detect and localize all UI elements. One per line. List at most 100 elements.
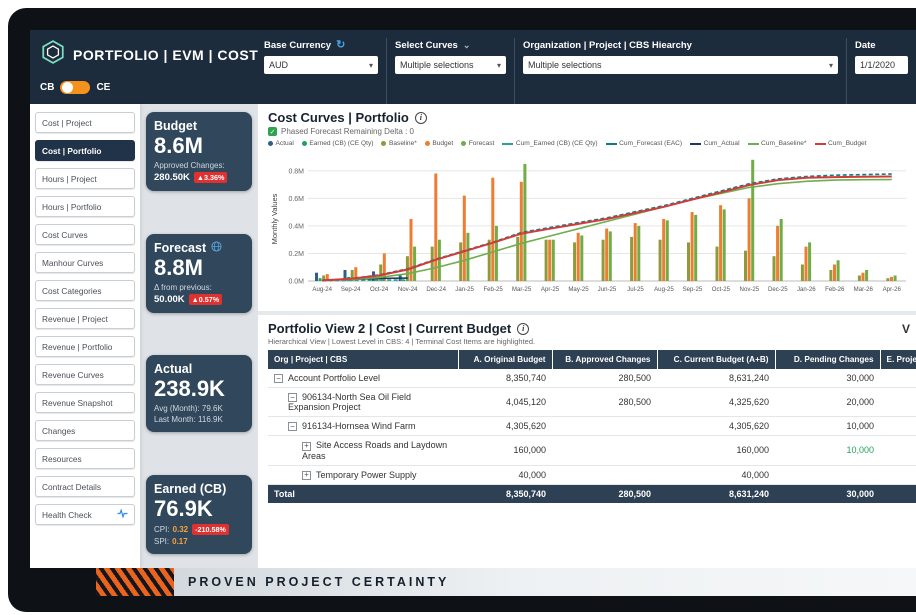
- col-org-project-cbs[interactable]: Org | Project | CBS: [268, 350, 458, 369]
- legend-item[interactable]: Baseline*: [381, 140, 416, 147]
- collapse-icon[interactable]: −: [288, 393, 297, 402]
- col-truncated[interactable]: E. Projec: [880, 350, 916, 369]
- svg-text:Aug-25: Aug-25: [654, 286, 674, 293]
- cost-curves-chart[interactable]: 0.0M0.2M0.4M0.6M0.8MAug-24Sep-24Oct-24No…: [268, 149, 912, 309]
- kpi-column: Budget 8.6M Approved Changes: 280.50K ▲3…: [140, 104, 258, 568]
- sidebar-item-revenue-portfolio[interactable]: Revenue | Portfolio: [35, 336, 135, 357]
- svg-text:Apr-26: Apr-26: [883, 286, 902, 293]
- sidebar-item-revenue-curves[interactable]: Revenue Curves: [35, 364, 135, 385]
- budget-table: Org | Project | CBS A. Original Budget B…: [268, 350, 916, 503]
- kpi-budget: Budget 8.6M Approved Changes: 280.50K ▲3…: [146, 112, 252, 191]
- col-approved-changes[interactable]: B. Approved Changes: [552, 350, 657, 369]
- toggle-label-cb: CB: [40, 82, 54, 93]
- sidebar-item-resources[interactable]: Resources: [35, 448, 135, 469]
- legend-dot-swatch: [381, 141, 386, 146]
- legend-line-swatch: [815, 143, 826, 145]
- legend-item[interactable]: Actual: [268, 140, 294, 147]
- table-row[interactable]: +Temporary Power Supply40,00040,000: [268, 465, 916, 484]
- table-row[interactable]: −906134-North Sea Oil Field Expansion Pr…: [268, 388, 916, 417]
- legend-item[interactable]: Cum_Earned (CB) (CE Qty): [502, 140, 597, 147]
- table-row[interactable]: −Account Portfolio Level8,350,740280,500…: [268, 369, 916, 388]
- total-d: 30,000: [775, 484, 880, 503]
- info-icon[interactable]: i: [415, 112, 427, 124]
- corner-cut-text: V: [902, 322, 910, 336]
- svg-text:Sep-25: Sep-25: [683, 286, 703, 293]
- sidebar-item-cost-project[interactable]: Cost | Project: [35, 112, 135, 133]
- footer-tagline: PROVEN PROJECT CERTAINTY: [188, 575, 449, 589]
- info-icon[interactable]: i: [517, 323, 529, 335]
- col-pending-changes[interactable]: D. Pending Changes: [775, 350, 880, 369]
- collapse-icon[interactable]: −: [274, 374, 283, 383]
- filter-date: Date 1/1/2020: [846, 38, 916, 104]
- cell-c: 40,000: [657, 465, 775, 484]
- footer-hatch-stripes: [96, 568, 174, 596]
- legend-item[interactable]: Cum_Forecast (EAC): [606, 140, 683, 147]
- cb-ce-toggle[interactable]: [60, 81, 90, 94]
- caret-down-icon: ▾: [369, 61, 373, 70]
- sidebar-item-cost-curves[interactable]: Cost Curves: [35, 224, 135, 245]
- kpi-actual: Actual 238.9K Avg (Month): 79.6K Last Mo…: [146, 355, 252, 432]
- budget-table-body: −Account Portfolio Level8,350,740280,500…: [268, 369, 916, 484]
- cell-a: 40,000: [458, 465, 552, 484]
- svg-text:Mar-26: Mar-26: [854, 286, 874, 293]
- cell-a: 4,305,620: [458, 417, 552, 436]
- kpi-actual-title: Actual: [154, 362, 244, 376]
- sidebar-item-label: Revenue | Project: [42, 314, 108, 324]
- cost-curves-section: Cost Curves | Portfolio i ✓ Phased Forec…: [258, 104, 916, 315]
- cell-c: 160,000: [657, 436, 775, 465]
- expand-icon[interactable]: +: [302, 442, 311, 451]
- sidebar-item-hours-portfolio[interactable]: Hours | Portfolio: [35, 196, 135, 217]
- legend-label: Cum_Baseline*: [761, 140, 806, 147]
- sidebar-item-health-check[interactable]: Health Check: [35, 504, 135, 525]
- collapse-icon[interactable]: −: [288, 422, 297, 431]
- header: PORTFOLIO | EVM | COST CB CE Base Curren…: [30, 30, 916, 104]
- legend-item[interactable]: Forecast: [461, 140, 494, 147]
- cell-b: [552, 417, 657, 436]
- sidebar-item-hours-project[interactable]: Hours | Project: [35, 168, 135, 189]
- sidebar-item-cost-categories[interactable]: Cost Categories: [35, 280, 135, 301]
- legend-item[interactable]: Cum_Baseline*: [748, 140, 807, 147]
- sidebar-item-label: Cost Curves: [42, 230, 88, 240]
- filter-hierarchy: Organization | Project | CBS Hiearchy Mu…: [514, 38, 846, 104]
- filter-bar: Base Currency ↻ AUD ▾ Select Curves ⌄ Mu…: [256, 30, 916, 104]
- legend-item[interactable]: Cum_Budget: [815, 140, 867, 147]
- hierarchy-dropdown[interactable]: Multiple selections ▾: [523, 56, 838, 74]
- legend-line-swatch: [606, 143, 617, 145]
- date-value: 1/1/2020: [860, 60, 895, 70]
- table-row[interactable]: +Site Access Roads and Laydown Areas160,…: [268, 436, 916, 465]
- chevron-down-icon[interactable]: ⌄: [463, 40, 471, 51]
- total-row[interactable]: Total 8,350,740 280,500 8,631,240 30,000: [268, 484, 916, 503]
- col-current-budget[interactable]: C. Current Budget (A+B): [657, 350, 775, 369]
- sidebar-item-revenue-snapshot[interactable]: Revenue Snapshot: [35, 392, 135, 413]
- row-label: 916134-Hornsea Wind Farm: [302, 421, 416, 431]
- col-original-budget[interactable]: A. Original Budget: [458, 350, 552, 369]
- filter-select-curves: Select Curves ⌄ Multiple selections ▾: [386, 38, 514, 104]
- cell-e: [880, 417, 916, 436]
- sidebar-item-changes[interactable]: Changes: [35, 420, 135, 441]
- legend-item[interactable]: Budget: [425, 140, 453, 147]
- svg-text:0.6M: 0.6M: [288, 196, 304, 203]
- sync-icon[interactable]: ↻: [336, 40, 345, 51]
- sidebar-item-contract-details[interactable]: Contract Details: [35, 476, 135, 497]
- svg-text:Jan-25: Jan-25: [455, 286, 474, 293]
- sidebar-item-manhour-curves[interactable]: Manhour Curves: [35, 252, 135, 273]
- checkbox-icon[interactable]: ✓: [268, 127, 277, 136]
- kpi-budget-sub-label: Approved Changes:: [154, 161, 244, 170]
- sidebar-item-cost-portfolio[interactable]: Cost | Portfolio: [35, 140, 135, 161]
- expand-icon[interactable]: +: [302, 471, 311, 480]
- kpi-forecast-sub-value: 50.00K: [154, 294, 185, 305]
- table-row[interactable]: −916134-Hornsea Wind Farm4,305,6204,305,…: [268, 417, 916, 436]
- footer: PROVEN PROJECT CERTAINTY: [30, 568, 916, 596]
- row-label: 906134-North Sea Oil Field Expansion Pro…: [288, 392, 411, 412]
- total-e: [880, 484, 916, 503]
- select-curves-dropdown[interactable]: Multiple selections ▾: [395, 56, 506, 74]
- date-input[interactable]: 1/1/2020: [855, 56, 908, 74]
- base-currency-dropdown[interactable]: AUD ▾: [264, 56, 378, 74]
- legend-item[interactable]: Cum_Actual: [690, 140, 739, 147]
- cell-b: 280,500: [552, 388, 657, 417]
- sidebar-item-revenue-project[interactable]: Revenue | Project: [35, 308, 135, 329]
- legend-dot-swatch: [425, 141, 430, 146]
- legend-label: Cum_Budget: [828, 140, 867, 147]
- legend-item[interactable]: Earned (CB) (CE Qty): [302, 140, 374, 147]
- sidebar-item-label: Changes: [42, 426, 75, 436]
